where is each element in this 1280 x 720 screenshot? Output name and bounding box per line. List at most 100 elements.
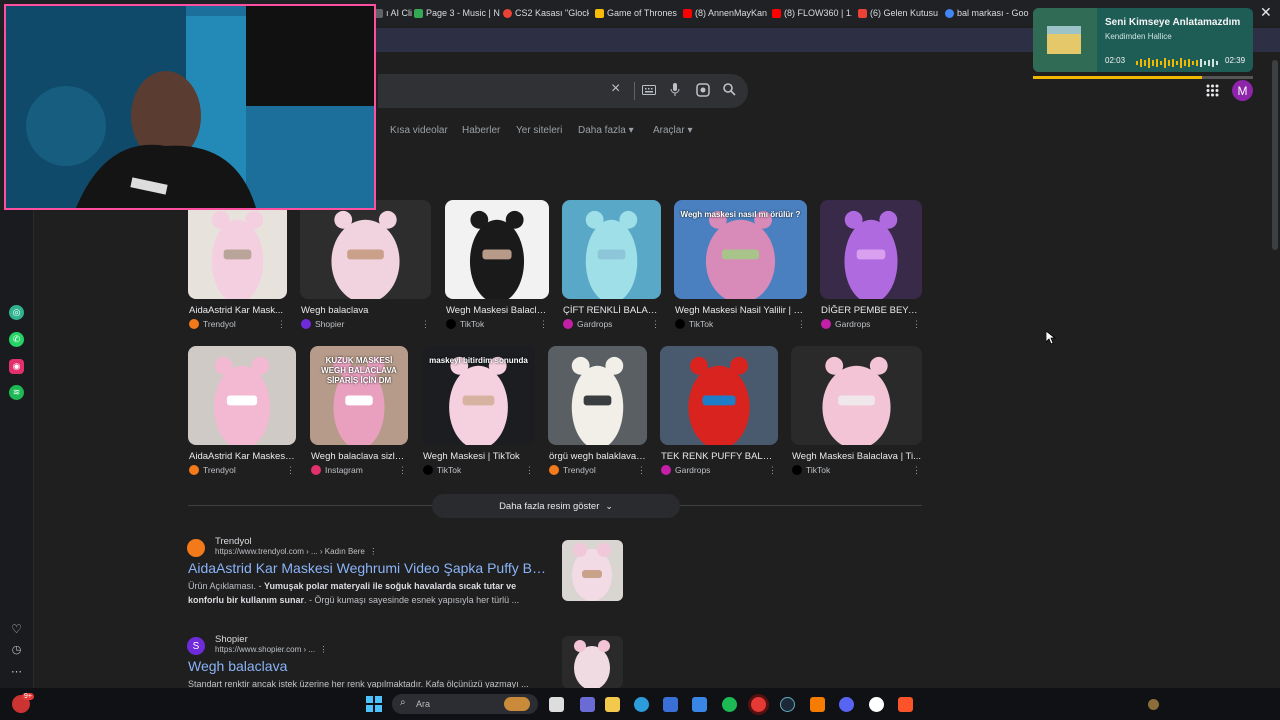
image-result[interactable]: Wegh Maskesi Balaclava | Ti... TikTok ⋮ <box>791 346 922 478</box>
image-result[interactable]: örgü wegh balaklava ... Trendyol ⋮ <box>548 346 647 478</box>
search-input[interactable]: × <box>378 74 748 108</box>
more-vert-icon[interactable]: ⋮ <box>912 319 921 330</box>
image-thumbnail[interactable] <box>445 200 549 299</box>
image-thumbnail[interactable] <box>188 346 296 445</box>
spotify-icon[interactable]: ≋ <box>9 385 24 400</box>
image-result[interactable]: KUZUK MASKESİ WEGH BALACLAVA SİPARİŞ İÇİ… <box>310 346 408 478</box>
filter-tab-short-videos[interactable]: Kısa videolar <box>390 125 448 136</box>
image-title[interactable]: Wegh Maskesi Nasil Yalilir | Ti... <box>675 305 806 316</box>
instagram-icon[interactable]: ◉ <box>9 359 24 374</box>
image-thumbnail[interactable]: KUZUK MASKESİ WEGH BALACLAVA SİPARİŞ İÇİ… <box>310 346 408 445</box>
more-vert-icon[interactable]: ⋮ <box>525 465 534 476</box>
image-title[interactable]: Wegh Maskesi Balacla... <box>446 305 548 316</box>
tray-icon[interactable] <box>1148 699 1159 710</box>
image-result[interactable]: ÇİFT RENKLİ BALAK... Gardrops ⋮ <box>562 200 661 332</box>
image-thumbnail[interactable]: maskeyi bitirdim sonunda <box>422 346 535 445</box>
image-thumbnail[interactable] <box>562 200 661 299</box>
mail-icon[interactable] <box>692 697 707 712</box>
store-icon[interactable] <box>663 697 678 712</box>
image-thumbnail[interactable] <box>660 346 778 445</box>
browser-tab[interactable]: (6) Gelen Kutusu - <box>858 5 938 21</box>
keyboard-icon[interactable] <box>642 83 656 98</box>
image-title[interactable]: TEK RENK PUFFY BALAK... <box>661 451 777 462</box>
image-thumbnail[interactable] <box>188 200 287 299</box>
image-result[interactable]: DİĞER PEMBE BEYAZ ... Gardrops ⋮ <box>820 200 922 332</box>
widgets-icon[interactable] <box>580 697 595 712</box>
more-vert-icon[interactable]: ⋮ <box>317 645 328 654</box>
image-result[interactable]: Wegh balaclava Shopier ⋮ <box>300 200 431 332</box>
edge-icon[interactable] <box>634 697 649 712</box>
more-vert-icon[interactable]: ⋮ <box>651 319 660 330</box>
image-result[interactable]: AidaAstrid Kar Maskesi... Trendyol ⋮ <box>188 346 296 478</box>
more-vert-icon[interactable]: ⋮ <box>286 465 295 476</box>
filter-tab-tools[interactable]: Araçlar ▾ <box>653 125 693 136</box>
more-vert-icon[interactable]: ⋮ <box>768 465 777 476</box>
taskbar-search-input[interactable]: ⌕ Ara <box>392 694 538 714</box>
image-title[interactable]: AidaAstrid Kar Maskesi... <box>189 451 295 462</box>
filter-tab-more[interactable]: Daha fazla ▾ <box>578 125 634 136</box>
more-vert-icon[interactable]: ⋮ <box>797 319 806 330</box>
browser-tab[interactable]: Page 3 - Music | N <box>414 5 500 21</box>
image-thumbnail[interactable]: Wegh maskesi nasıl mı örülür ? <box>674 200 807 299</box>
app-icon[interactable] <box>810 697 825 712</box>
image-title[interactable]: Wegh balaclava <box>301 305 430 316</box>
image-title[interactable]: Wegh Maskesi | TikTok <box>423 451 534 462</box>
browser-tab[interactable]: (8) FLOW360 | 1. S <box>772 5 852 21</box>
obs-icon[interactable] <box>869 697 884 712</box>
browser-tab[interactable]: (8) AnnenMayKant <box>683 5 767 21</box>
image-thumbnail[interactable] <box>548 346 647 445</box>
heart-icon[interactable]: ♡ <box>9 621 24 636</box>
filter-tab-places[interactable]: Yer siteleri <box>516 125 562 136</box>
browser-tab[interactable]: ı AI Cli <box>374 5 412 21</box>
image-thumbnail[interactable] <box>300 200 431 299</box>
browser-tab[interactable]: Game of Thrones 4 <box>595 5 679 21</box>
more-vert-icon[interactable]: ⋮ <box>367 547 377 556</box>
result-thumbnail[interactable] <box>562 636 623 688</box>
discord-icon[interactable] <box>839 697 854 712</box>
image-title[interactable]: Wegh Maskesi Balaclava | Ti... <box>792 451 921 462</box>
brave-icon[interactable] <box>898 697 913 712</box>
lens-icon[interactable] <box>696 83 710 100</box>
browser-tab[interactable]: bal markası - Goo <box>945 5 1029 21</box>
chatgpt-icon[interactable]: ◎ <box>9 305 24 320</box>
result-thumbnail[interactable] <box>562 540 623 601</box>
steam-icon[interactable] <box>780 697 795 712</box>
google-apps-icon[interactable] <box>1206 84 1219 102</box>
image-result[interactable]: Wegh Maskesi Balacla... TikTok ⋮ <box>445 200 549 332</box>
image-result[interactable]: TEK RENK PUFFY BALAK... Gardrops ⋮ <box>660 346 778 478</box>
browser-tab[interactable]: CS2 Kasası "Glock <box>503 5 589 21</box>
more-vert-icon[interactable]: ⋮ <box>539 319 548 330</box>
whatsapp-icon[interactable]: ✆ <box>9 332 24 347</box>
image-result[interactable]: Wegh maskesi nasıl mı örülür ? Wegh Maske… <box>674 200 807 332</box>
more-vert-icon[interactable]: ⋮ <box>398 465 407 476</box>
history-icon[interactable]: ◷ <box>9 642 24 657</box>
windows-start-icon[interactable] <box>366 696 382 717</box>
music-progress-bar[interactable] <box>1033 76 1253 79</box>
mic-icon[interactable] <box>670 83 680 100</box>
more-vert-icon[interactable]: ⋮ <box>912 465 921 476</box>
more-vert-icon[interactable]: ⋮ <box>421 319 430 330</box>
more-vert-icon[interactable]: ⋮ <box>637 465 646 476</box>
result-url[interactable]: https://www.trendyol.com › ... › Kadın B… <box>215 547 548 556</box>
image-thumbnail[interactable] <box>791 346 922 445</box>
image-result[interactable]: AidaAstrid Kar Mask... Trendyol ⋮ <box>188 200 287 332</box>
image-title[interactable]: AidaAstrid Kar Mask... <box>189 305 286 316</box>
result-title-link[interactable]: AidaAstrid Kar Maskesi Weghrumi Video Şa… <box>188 560 548 576</box>
music-widget[interactable]: Seni Kimseye Anlatamazdım Kendimden Hall… <box>1033 8 1253 72</box>
more-vert-icon[interactable]: ⋮ <box>277 319 286 330</box>
avatar[interactable]: M <box>1232 80 1253 101</box>
image-title[interactable]: örgü wegh balaklava ... <box>549 451 646 462</box>
image-title[interactable]: Wegh balaclava sizle... <box>311 451 407 462</box>
image-title[interactable]: ÇİFT RENKLİ BALAK... <box>563 305 660 316</box>
image-title[interactable]: DİĞER PEMBE BEYAZ ... <box>821 305 921 316</box>
filter-tab-news[interactable]: Haberler <box>462 125 500 136</box>
task-view-icon[interactable] <box>549 697 564 712</box>
show-more-images-button[interactable]: Daha fazla resim göster ⌄ <box>432 494 680 518</box>
file-explorer-icon[interactable] <box>605 697 620 712</box>
search-icon[interactable] <box>723 83 736 99</box>
more-horiz-icon[interactable]: ⋯ <box>9 664 24 679</box>
close-window-icon[interactable]: ✕ <box>1260 4 1272 21</box>
clear-icon[interactable]: × <box>611 80 620 98</box>
scrollbar-thumb[interactable] <box>1272 60 1278 250</box>
spotify-icon[interactable] <box>722 697 737 712</box>
